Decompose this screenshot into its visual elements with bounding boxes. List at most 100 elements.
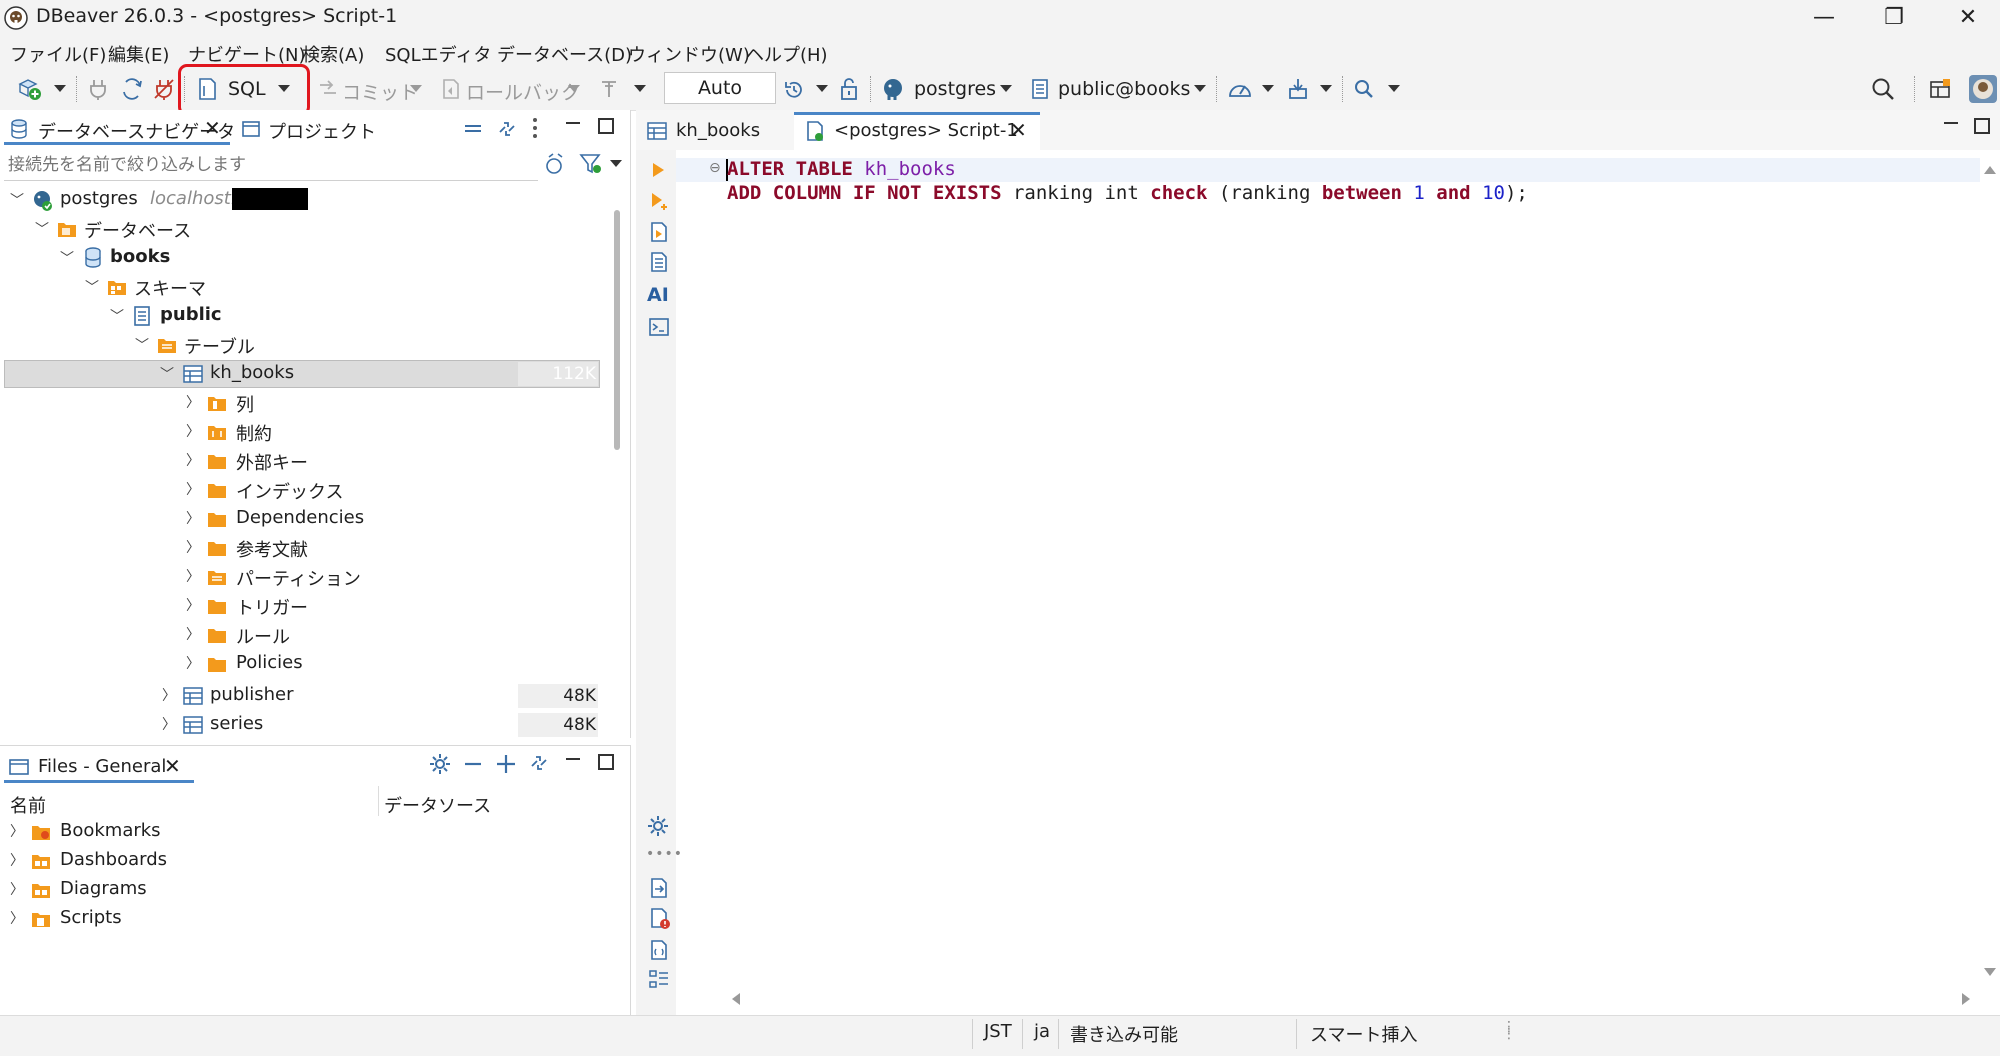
editor-horizontal-scrollbar[interactable]	[726, 988, 1976, 1010]
new-connection-icon[interactable]	[16, 76, 44, 102]
chevron-down-icon[interactable]: ﹀	[110, 306, 124, 326]
tree-node-databases[interactable]: ﹀ データベース	[0, 215, 600, 243]
tree-node-foreign-keys[interactable]: 〉 外部キー	[0, 447, 600, 475]
menu-database[interactable]: データベース(D)	[497, 41, 632, 67]
minimize-button[interactable]: —	[1794, 0, 1854, 36]
collapse-icon[interactable]	[462, 756, 484, 772]
filter-settings-icon[interactable]	[578, 152, 604, 176]
connect-icon[interactable]	[86, 76, 110, 102]
execute-statement-new-tab-icon[interactable]	[648, 190, 670, 212]
chevron-right-icon[interactable]: 〉	[186, 566, 200, 586]
outline-icon[interactable]	[648, 968, 670, 990]
transaction-mode-dropdown[interactable]	[634, 85, 646, 92]
chevron-right-icon[interactable]: 〉	[10, 850, 24, 870]
menu-help[interactable]: ヘルプ(H)	[746, 41, 828, 67]
tab-projects[interactable]: プロジェクト	[268, 118, 376, 144]
navigator-scrollbar[interactable]	[614, 210, 620, 450]
tree-node-columns[interactable]: 〉 列	[0, 389, 600, 417]
tree-node-dependencies[interactable]: 〉 Dependencies	[0, 505, 600, 533]
settings-gear-icon[interactable]	[428, 752, 452, 776]
sql-editor[interactable]	[636, 150, 2000, 1015]
chevron-down-icon[interactable]: ﹀	[60, 248, 74, 268]
editor-vertical-scrollbar[interactable]	[1978, 160, 2000, 980]
chevron-down-icon[interactable]: ﹀	[85, 277, 99, 297]
search-tool-icon[interactable]	[1352, 77, 1376, 101]
chevron-down-icon[interactable]: ﹀	[35, 219, 49, 239]
lock-icon[interactable]	[838, 76, 860, 102]
reconnect-icon[interactable]	[120, 76, 144, 102]
scroll-right-icon[interactable]	[1962, 993, 1970, 1005]
chevron-right-icon[interactable]: 〉	[186, 450, 200, 470]
export-icon[interactable]	[648, 876, 670, 900]
dashboard-gauge-icon[interactable]	[1226, 76, 1254, 102]
tree-node-indexes[interactable]: 〉 インデックス	[0, 476, 600, 504]
transaction-log-icon[interactable]	[782, 78, 806, 102]
code-line-2[interactable]: ADD COLUMN IF NOT EXISTS ranking int che…	[727, 182, 1528, 204]
chevron-right-icon[interactable]: 〉	[186, 421, 200, 441]
rollback-button[interactable]: ロールバック	[466, 78, 580, 105]
chevron-right-icon[interactable]: 〉	[186, 653, 200, 673]
chevron-down-icon[interactable]: ﹀	[10, 190, 24, 210]
scroll-left-icon[interactable]	[732, 993, 740, 1005]
minimize-panel-icon[interactable]	[566, 122, 580, 124]
new-connection-dropdown[interactable]	[54, 85, 66, 92]
global-search-icon[interactable]	[1870, 76, 1896, 102]
scroll-up-icon[interactable]	[1984, 166, 1996, 174]
status-grip-icon[interactable]: ⋮ ⋮	[1502, 1020, 1516, 1041]
chevron-right-icon[interactable]: 〉	[186, 624, 200, 644]
chevron-right-icon[interactable]: 〉	[186, 595, 200, 615]
files-item-diagrams[interactable]: 〉 Diagrams	[0, 876, 600, 904]
chevron-right-icon[interactable]: 〉	[10, 908, 24, 928]
fold-toggle-icon[interactable]: ⊖	[709, 160, 721, 176]
settings-gear-icon[interactable]	[646, 814, 670, 838]
tree-node-triggers[interactable]: 〉 トリガー	[0, 592, 600, 620]
transaction-mode-box[interactable]: Auto	[664, 72, 776, 104]
minimize-panel-icon[interactable]	[566, 758, 580, 760]
editor-tab-script-1[interactable]: <postgres> Script-1	[834, 120, 1018, 141]
ai-assistant-icon[interactable]: AI	[647, 284, 669, 306]
link-editor-icon[interactable]	[496, 118, 518, 140]
files-item-bookmarks[interactable]: 〉 Bookmarks	[0, 818, 600, 846]
chevron-right-icon[interactable]: 〉	[162, 714, 176, 734]
tree-node-partitions[interactable]: 〉 パーティション	[0, 563, 600, 591]
chevron-right-icon[interactable]: 〉	[10, 879, 24, 899]
chevron-right-icon[interactable]: 〉	[186, 392, 200, 412]
link-editor-icon[interactable]	[528, 752, 550, 774]
scroll-down-icon[interactable]	[1984, 968, 1996, 976]
close-button[interactable]: ✕	[1938, 0, 1998, 36]
commit-dropdown[interactable]	[410, 85, 422, 92]
tree-node-constraints[interactable]: 〉 制約	[0, 418, 600, 446]
minimize-editor-icon[interactable]	[1944, 122, 1958, 124]
view-menu-icon[interactable]	[530, 116, 540, 140]
filter-dropdown[interactable]	[610, 160, 622, 167]
perspective-icon[interactable]	[1928, 77, 1952, 101]
execute-statement-icon[interactable]	[648, 160, 668, 180]
maximize-panel-icon[interactable]	[598, 118, 614, 134]
execute-script-icon[interactable]	[648, 220, 670, 244]
search-tool-dropdown[interactable]	[1388, 85, 1400, 92]
collapse-all-icon[interactable]	[462, 120, 484, 138]
chevron-down-icon[interactable]: ﹀	[135, 335, 149, 355]
close-tab-icon[interactable]: ✕	[164, 754, 181, 778]
tree-node-schema-public[interactable]: ﹀ public	[0, 302, 600, 330]
files-item-dashboards[interactable]: 〉 Dashboards	[0, 847, 600, 875]
commit-button[interactable]: コミット	[342, 78, 418, 105]
chevron-right-icon[interactable]: 〉	[10, 821, 24, 841]
deploy-dropdown[interactable]	[1320, 85, 1332, 92]
column-header-name[interactable]: 名前	[10, 792, 46, 818]
tree-node-schemas[interactable]: ﹀ スキーマ	[0, 273, 600, 301]
tree-node-database-books[interactable]: ﹀ books	[0, 244, 600, 272]
filter-connections-icon[interactable]	[544, 152, 570, 176]
dashboard-dropdown[interactable]	[1262, 85, 1274, 92]
menu-sql-editor[interactable]: SQLエディタ	[385, 41, 491, 67]
schema-dropdown[interactable]	[1194, 85, 1206, 92]
files-item-scripts[interactable]: 〉 Scripts	[0, 905, 600, 933]
menu-search[interactable]: 検索(A)	[302, 41, 364, 67]
maximize-editor-icon[interactable]	[1974, 118, 1990, 134]
close-tab-icon[interactable]: ✕	[204, 116, 221, 140]
variables-icon[interactable]	[648, 938, 670, 962]
maximize-button[interactable]: ❐	[1864, 0, 1924, 36]
close-tab-icon[interactable]: ✕	[1010, 118, 1027, 142]
editor-tab-kh-books[interactable]: kh_books	[676, 120, 760, 141]
tree-node-tables[interactable]: ﹀ テーブル	[0, 331, 600, 359]
